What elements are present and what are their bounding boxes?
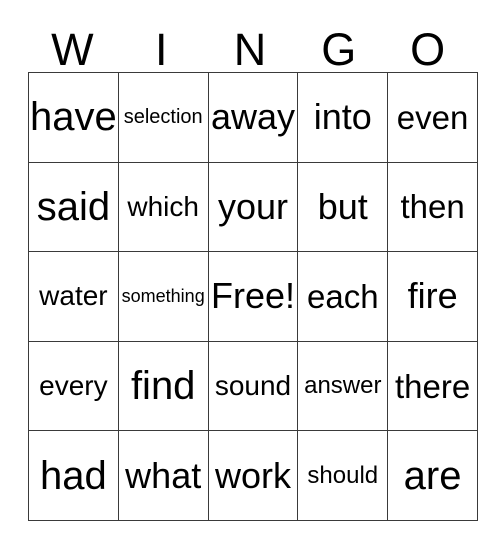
bingo-cell[interactable]: your [207,161,299,253]
bingo-cell-label: each [307,277,379,315]
bingo-cell[interactable]: but [297,161,389,253]
bingo-cell[interactable]: what [117,430,209,521]
bingo-cell-label: are [403,453,462,498]
header-letter-2: I [154,24,168,75]
bingo-cell-label: work [214,454,291,496]
bingo-cell[interactable]: are [387,430,478,521]
bingo-cell-label: something [121,286,205,307]
bingo-cell-label: there [394,367,471,405]
bingo-cell[interactable]: sound [207,340,299,432]
bingo-cell[interactable]: there [387,340,478,432]
bingo-cell-label: but [317,185,368,227]
bingo-cell[interactable]: answer [297,340,389,432]
bingo-cell[interactable]: work [207,430,299,521]
bingo-cell[interactable]: which [117,161,209,253]
bingo-row: every find sound answer there [28,340,478,432]
bingo-cell[interactable]: something [117,251,209,342]
header-letter-3: N [233,24,267,75]
bingo-cell[interactable]: find [117,340,209,432]
bingo-cell[interactable]: into [297,72,389,163]
bingo-cell-label: then [400,188,465,226]
bingo-cell-label: even [396,98,469,136]
header-letter-4: G [321,24,357,75]
bingo-cell[interactable]: then [387,161,478,253]
bingo-row: water something Free! each fire [28,251,478,342]
bingo-cell-label: should [307,461,379,489]
bingo-cell[interactable]: every [28,340,119,432]
bingo-row: have selection away into even [28,72,478,163]
bingo-cell[interactable]: away [207,72,299,163]
bingo-cell-label: every [39,370,108,402]
bingo-header-row: W I N G O [28,14,472,72]
bingo-free-label: Free! [210,275,295,317]
bingo-cell-label: have [30,95,117,140]
bingo-cell[interactable]: had [28,430,119,521]
bingo-cell-label: away [210,96,296,138]
bingo-cell[interactable]: should [297,430,389,521]
bingo-row: had what work should are [28,430,478,521]
bingo-cell-free[interactable]: Free! [207,251,299,342]
bingo-cell-label: water [39,280,108,312]
bingo-cell-label: selection [123,106,203,129]
bingo-cell-label: had [40,453,107,498]
bingo-card: W I N G O have selection away into even … [28,14,478,521]
bingo-cell-label: what [125,454,202,496]
bingo-cell-label: sound [214,370,292,402]
bingo-cell[interactable]: fire [387,251,478,342]
bingo-cell-label: find [130,364,196,409]
bingo-cell-label: into [313,96,372,138]
bingo-cell[interactable]: said [28,161,119,253]
bingo-cell[interactable]: water [28,251,119,342]
bingo-row: said which your but then [28,161,478,253]
bingo-cell-label: your [217,185,288,227]
bingo-cell[interactable]: have [28,72,119,163]
bingo-cell-label: fire [407,275,458,317]
bingo-cell-label: answer [304,372,382,400]
bingo-cell[interactable]: each [297,251,389,342]
bingo-grid: have selection away into even said which… [28,72,478,521]
header-letter-1: W [51,24,94,75]
bingo-cell[interactable]: even [387,72,478,163]
bingo-cell-label: which [127,190,199,222]
bingo-cell[interactable]: selection [117,72,209,163]
bingo-cell-label: said [36,184,111,229]
header-letter-5: O [410,24,446,75]
